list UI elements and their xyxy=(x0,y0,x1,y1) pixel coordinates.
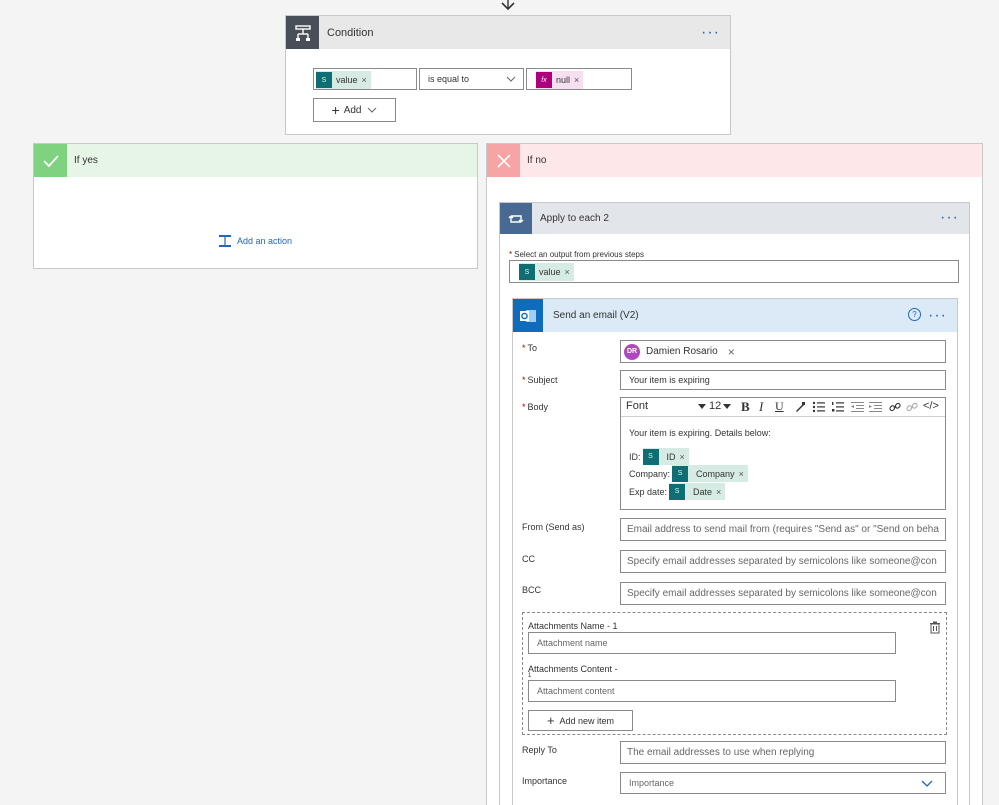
select-output-field[interactable]: Svalue × xyxy=(509,260,959,283)
reply-to-field[interactable]: The email addresses to use when replying xyxy=(620,741,946,764)
bold-icon[interactable]: B xyxy=(741,399,750,415)
sharepoint-icon: S xyxy=(672,465,689,482)
subject-label: * Subject xyxy=(522,375,558,385)
body-id-line: ID: S ID × xyxy=(629,448,689,465)
checkmark-icon xyxy=(34,144,67,177)
sharepoint-icon: S xyxy=(316,72,332,88)
condition-more-icon[interactable]: ··· xyxy=(701,25,720,41)
underline-icon[interactable]: U xyxy=(775,399,784,414)
condition-title: Condition xyxy=(327,26,374,39)
if-yes-branch: If yes Add an action xyxy=(33,143,478,269)
apply-to-each-header[interactable]: Apply to each 2 ··· xyxy=(500,203,969,234)
remove-token-icon[interactable]: × xyxy=(716,487,721,497)
flow-arrow-icon xyxy=(500,0,516,14)
delete-item-icon[interactable] xyxy=(929,621,941,637)
remove-token-icon[interactable]: × xyxy=(739,469,744,479)
attachment-content-field[interactable]: Attachment content xyxy=(528,680,896,702)
if-yes-header[interactable]: If yes xyxy=(34,144,477,177)
cc-field[interactable]: Specify email addresses separated by sem… xyxy=(620,550,946,573)
code-view-icon[interactable]: </> xyxy=(923,400,939,412)
plus-icon: + xyxy=(546,713,555,728)
avatar: DR xyxy=(624,343,640,360)
if-yes-title: If yes xyxy=(74,155,98,166)
highlight-icon[interactable] xyxy=(794,401,806,416)
select-output-label: * Select an output from previous steps xyxy=(509,250,644,259)
add-action-icon xyxy=(219,235,231,247)
to-field[interactable]: DR Damien Rosario × xyxy=(620,340,946,363)
apply-to-each-title: Apply to each 2 xyxy=(540,213,609,224)
loop-icon xyxy=(500,203,532,234)
from-field[interactable]: Email address to send mail from (require… xyxy=(620,518,946,541)
from-label: From (Send as) xyxy=(522,522,585,532)
caret-down-icon xyxy=(723,403,732,409)
bcc-field[interactable]: Specify email addresses separated by sem… xyxy=(620,582,946,605)
add-new-item-button[interactable]: + Add new item xyxy=(528,710,633,731)
condition-header[interactable]: Condition ··· xyxy=(286,16,730,49)
send-email-title: Send an email (V2) xyxy=(553,310,639,321)
sharepoint-icon: S xyxy=(642,448,659,465)
chevron-down-icon xyxy=(506,76,516,82)
body-editor[interactable]: Font 12 B I U </> Your item is expiring.… xyxy=(620,397,946,510)
remove-recipient-icon[interactable]: × xyxy=(728,345,735,359)
bullet-list-icon[interactable] xyxy=(812,401,825,416)
font-size-select[interactable]: 12 xyxy=(709,400,732,412)
chevron-down-icon xyxy=(368,107,377,113)
add-action-button[interactable]: Add an action xyxy=(218,234,292,248)
font-select[interactable]: Font xyxy=(626,400,706,412)
condition-right-operand[interactable]: fx null × xyxy=(526,68,632,90)
condition-left-operand[interactable]: Svalue × xyxy=(313,68,417,90)
chevron-down-icon xyxy=(921,780,933,787)
unlink-icon[interactable] xyxy=(906,401,918,416)
bcc-label: BCC xyxy=(522,585,542,595)
close-icon xyxy=(487,144,520,177)
expression-icon: fx xyxy=(536,72,552,88)
remove-token-icon[interactable]: × xyxy=(680,452,685,462)
attachment-content-sublabel: 1 xyxy=(528,673,532,679)
sharepoint-icon: S xyxy=(519,264,535,280)
importance-label: Importance xyxy=(522,776,568,786)
italic-icon[interactable]: I xyxy=(759,399,763,415)
remove-token-icon[interactable]: × xyxy=(362,75,367,85)
remove-token-icon[interactable]: × xyxy=(565,267,570,277)
body-company-line: Company: S Company × xyxy=(629,465,748,482)
plus-icon: + xyxy=(331,102,340,118)
body-toolbar: Font 12 B I U </> xyxy=(621,398,945,417)
condition-operator-select[interactable]: is equal to xyxy=(419,68,524,90)
attachment-content-label: Attachments Content - xyxy=(528,664,618,674)
decrease-indent-icon[interactable] xyxy=(851,401,864,416)
link-icon[interactable] xyxy=(889,401,901,416)
attachments-group: Attachments Name - 1 Attachment name Att… xyxy=(522,612,947,735)
condition-card: Condition ··· Svalue × is equal to fx null… xyxy=(285,15,731,135)
send-email-card: Send an email (V2) ? ··· * To DR Damien R… xyxy=(512,298,958,805)
remove-token-icon[interactable]: × xyxy=(574,75,579,85)
cc-label: CC xyxy=(522,554,535,564)
if-no-header[interactable]: If no xyxy=(487,144,982,177)
if-no-title: If no xyxy=(527,155,547,166)
outlook-icon xyxy=(513,299,543,332)
attachment-name-label: Attachments Name - 1 xyxy=(528,621,618,631)
caret-down-icon xyxy=(698,403,706,409)
reply-to-label: Reply To xyxy=(522,745,557,755)
numbered-list-icon[interactable] xyxy=(831,401,844,416)
importance-select[interactable]: Importance xyxy=(620,772,946,794)
attachment-name-field[interactable]: Attachment name xyxy=(528,632,896,654)
subject-field[interactable]: Your item is expiring xyxy=(620,370,946,390)
send-email-header[interactable]: Send an email (V2) ? ··· xyxy=(513,299,957,332)
increase-indent-icon[interactable] xyxy=(869,401,882,416)
to-label: * To xyxy=(522,343,538,353)
body-date-line: Exp date: S Date × xyxy=(629,483,726,500)
body-intro-text: Your item is expiring. Details below: xyxy=(629,428,771,438)
email-more-icon[interactable]: ··· xyxy=(928,308,947,324)
condition-add-button[interactable]: + Add xyxy=(313,98,396,122)
condition-icon xyxy=(286,16,319,49)
sharepoint-icon: S xyxy=(669,483,686,500)
help-icon[interactable]: ? xyxy=(908,308,921,321)
to-recipient: Damien Rosario xyxy=(646,346,718,357)
apply-more-icon[interactable]: ··· xyxy=(940,210,959,226)
body-label: * Body xyxy=(522,402,549,412)
